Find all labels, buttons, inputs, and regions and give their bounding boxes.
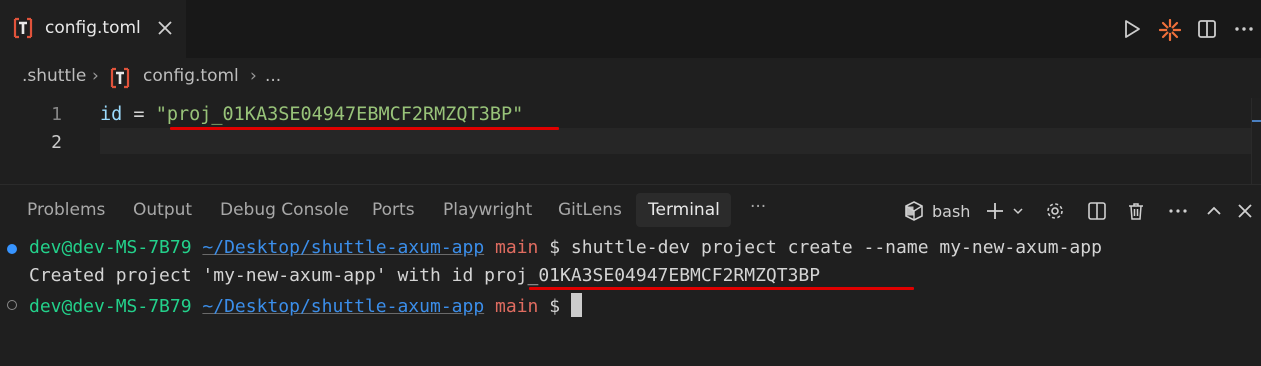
tab-problems[interactable]: Problems xyxy=(27,200,105,220)
terminal-line: dev@dev-MS-7B79 ~/Desktop/shuttle-axum-a… xyxy=(0,236,1261,262)
toml-key: id xyxy=(100,104,123,125)
code-line: 2 xyxy=(0,128,1261,156)
terminal-shell-icon[interactable] xyxy=(904,201,924,221)
tab-label: config.toml xyxy=(45,18,141,38)
terminal-shell-label[interactable]: bash xyxy=(932,202,970,221)
terminal-cursor xyxy=(570,293,582,317)
plus-icon[interactable] xyxy=(985,201,1005,221)
split-editor-icon[interactable] xyxy=(1197,19,1217,39)
more-tabs-button[interactable]: ··· xyxy=(750,197,766,217)
annotation-underline xyxy=(529,287,914,290)
code-line: 1 id = "proj_01KA3SE04947EBMCF2RMZQT3BP" xyxy=(0,100,1261,128)
play-icon[interactable] xyxy=(1122,19,1142,39)
breadcrumb-separator: › xyxy=(250,66,257,86)
terminal-output: Created project 'my-new-axum-app' with i… xyxy=(29,265,485,286)
breadcrumb-file[interactable]: config.toml xyxy=(143,66,239,86)
toml-string-value: "proj_01KA3SE04947EBMCF2RMZQT3BP" xyxy=(155,104,524,125)
toml-operator: = xyxy=(122,104,156,125)
tab-gitlens[interactable]: GitLens xyxy=(558,200,622,220)
command-success-dot[interactable] xyxy=(7,244,17,254)
ellipsis-icon[interactable] xyxy=(1168,201,1188,221)
prompt-symbol: $ xyxy=(549,237,561,258)
code-text: id = "proj_01KA3SE04947EBMCF2RMZQT3BP" xyxy=(100,104,523,125)
tab-terminal[interactable]: Terminal xyxy=(648,200,720,220)
ellipsis-icon[interactable] xyxy=(1234,19,1254,39)
trash-icon[interactable] xyxy=(1126,201,1146,221)
sparkle-icon[interactable] xyxy=(1159,19,1181,41)
tab-ports[interactable]: Ports xyxy=(372,200,415,220)
breadcrumb-symbol[interactable]: ... xyxy=(265,66,281,86)
toml-file-icon xyxy=(13,17,33,39)
line-number: 1 xyxy=(51,104,62,125)
prompt-path[interactable]: ~/Desktop/shuttle-axum-app xyxy=(202,237,484,258)
line-number: 2 xyxy=(51,132,62,153)
tab-debug-console[interactable]: Debug Console xyxy=(220,200,349,220)
toml-file-icon xyxy=(110,67,130,89)
tab-output[interactable]: Output xyxy=(133,200,192,220)
project-id: proj_01KA3SE04947EBMCF2RMZQT3BP xyxy=(484,265,821,286)
code-editor[interactable]: 1 id = "proj_01KA3SE04947EBMCF2RMZQT3BP"… xyxy=(0,98,1261,184)
split-terminal-icon[interactable] xyxy=(1087,201,1107,221)
chevron-up-icon[interactable] xyxy=(1204,201,1224,221)
chevron-down-icon[interactable] xyxy=(1012,201,1024,221)
breadcrumb-folder[interactable]: .shuttle xyxy=(22,66,86,86)
gear-icon[interactable] xyxy=(1045,201,1065,221)
close-icon[interactable] xyxy=(1235,201,1255,221)
close-icon[interactable] xyxy=(157,20,173,36)
editor-scrollbar[interactable] xyxy=(1251,98,1261,184)
prompt-branch: main xyxy=(495,296,539,317)
prompt-user: dev@dev-MS-7B79 xyxy=(29,296,192,317)
terminal-line: dev@dev-MS-7B79 ~/Desktop/shuttle-axum-a… xyxy=(0,292,1261,318)
bottom-panel: Problems Output Debug Console Ports Play… xyxy=(0,184,1261,366)
prompt-path[interactable]: ~/Desktop/shuttle-axum-app xyxy=(202,296,484,317)
prompt-symbol: $ xyxy=(549,296,561,317)
terminal-command: shuttle-dev project create --name my-new… xyxy=(570,237,1102,258)
tab-playwright[interactable]: Playwright xyxy=(443,200,532,220)
command-pending-dot[interactable] xyxy=(7,300,17,310)
tab-config-toml[interactable]: config.toml xyxy=(0,0,186,58)
prompt-user: dev@dev-MS-7B79 xyxy=(29,237,192,258)
editor-tab-strip: config.toml xyxy=(0,0,1261,58)
breadcrumb-separator: › xyxy=(92,66,99,86)
prompt-branch: main xyxy=(495,237,539,258)
